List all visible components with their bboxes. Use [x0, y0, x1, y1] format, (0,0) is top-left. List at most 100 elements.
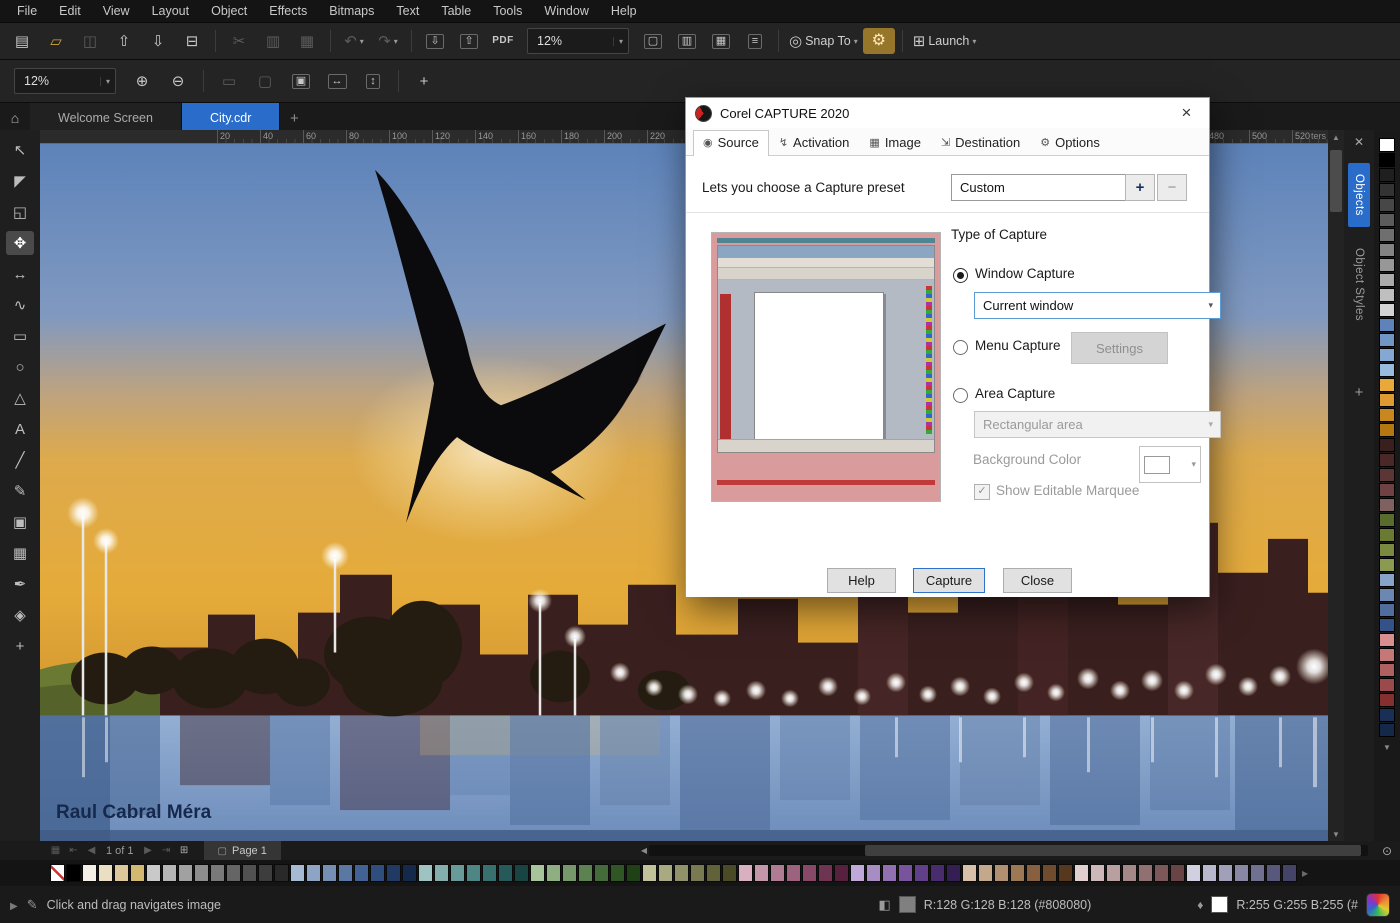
color-swatch[interactable] [1379, 363, 1395, 377]
color-swatch[interactable] [1186, 864, 1201, 882]
color-swatch[interactable] [1379, 348, 1395, 362]
color-swatch[interactable] [1010, 864, 1025, 882]
zoom-levels-combo[interactable]: 12%▾ [14, 68, 116, 94]
color-swatch[interactable] [1250, 864, 1265, 882]
color-swatch[interactable] [1379, 588, 1395, 602]
window-capture-radio[interactable] [953, 268, 968, 283]
color-swatch[interactable] [210, 864, 225, 882]
menu-effects[interactable]: Effects [258, 1, 318, 21]
line-tool[interactable]: ╱ [6, 448, 34, 472]
color-swatch[interactable] [498, 864, 513, 882]
color-swatch[interactable] [546, 864, 561, 882]
color-swatch[interactable] [1106, 864, 1121, 882]
add-toolbar-icon[interactable]: + [408, 68, 440, 94]
menu-layout[interactable]: Layout [141, 1, 201, 21]
paste-icon[interactable]: ▦ [291, 28, 323, 54]
menu-text[interactable]: Text [385, 1, 430, 21]
color-swatch[interactable] [1379, 273, 1395, 287]
page-tab[interactable]: Page 1 [204, 841, 281, 860]
preset-combo[interactable]: Custom [951, 174, 1151, 201]
color-swatch[interactable] [626, 864, 641, 882]
color-swatch[interactable] [466, 864, 481, 882]
fullscreen-preview-icon[interactable]: ▢ [637, 28, 669, 54]
menu-window[interactable]: Window [533, 1, 599, 21]
color-swatch[interactable] [1379, 288, 1395, 302]
pan-tool[interactable]: ✥ [6, 231, 34, 255]
open-icon[interactable]: ▱ [40, 28, 72, 54]
color-swatch[interactable] [1379, 243, 1395, 257]
copy-icon[interactable]: ▥ [257, 28, 289, 54]
upload-icon[interactable]: ⇧ [108, 28, 140, 54]
scroll-left-arrow-icon[interactable] [641, 846, 647, 855]
color-swatch[interactable] [66, 864, 81, 882]
color-swatch[interactable] [1379, 498, 1395, 512]
color-swatch[interactable] [1379, 168, 1395, 182]
horizontal-scroll-track[interactable] [649, 845, 1368, 856]
zoom-all-objects-icon[interactable]: ▢ [249, 68, 281, 94]
ellipse-tool[interactable]: ○ [6, 355, 34, 379]
dimension-tool[interactable]: ↔ [6, 262, 34, 286]
color-swatch[interactable] [226, 864, 241, 882]
color-swatch[interactable] [1379, 648, 1395, 662]
zoom-tool-icon[interactable] [1382, 844, 1392, 858]
color-swatch[interactable] [754, 864, 769, 882]
dialog-tab-activation[interactable]: ↯Activation [769, 130, 860, 155]
color-swatch[interactable] [1379, 573, 1395, 587]
pen-tool[interactable]: ✎ [6, 479, 34, 503]
color-swatch[interactable] [1379, 138, 1395, 152]
dialog-tab-source[interactable]: ◉Source [693, 130, 769, 156]
background-color-picker[interactable] [1139, 446, 1201, 483]
color-swatch[interactable] [338, 864, 353, 882]
pick-tool[interactable]: ↖ [6, 138, 34, 162]
vertical-scrollbar[interactable] [1328, 130, 1344, 841]
color-swatch[interactable] [642, 864, 657, 882]
color-swatch[interactable] [370, 864, 385, 882]
show-rulers-icon[interactable]: ▥ [671, 28, 703, 54]
horizontal-scrollbar[interactable] [641, 844, 1368, 857]
color-swatch[interactable] [946, 864, 961, 882]
color-swatch[interactable] [1379, 723, 1395, 737]
area-capture-combo[interactable]: Rectangular area [974, 411, 1221, 438]
color-swatch[interactable] [898, 864, 913, 882]
color-swatch[interactable] [802, 864, 817, 882]
previous-page-button[interactable]: ◀ [84, 845, 99, 856]
color-swatch[interactable] [722, 864, 737, 882]
cut-icon[interactable]: ✂ [223, 28, 255, 54]
color-swatch[interactable] [610, 864, 625, 882]
home-icon[interactable] [0, 103, 30, 133]
close-docker-icon[interactable] [1354, 135, 1364, 153]
color-swatch[interactable] [1379, 663, 1395, 677]
outline-color-swatch[interactable] [1211, 896, 1228, 913]
color-swatch[interactable] [354, 864, 369, 882]
color-swatch[interactable] [1202, 864, 1217, 882]
palette-scroll-down-icon[interactable] [1383, 743, 1391, 752]
color-swatch[interactable] [1379, 153, 1395, 167]
color-swatch[interactable] [1379, 408, 1395, 422]
add-page-button[interactable]: ⊞ [177, 845, 192, 856]
color-swatch[interactable] [562, 864, 577, 882]
color-swatch[interactable] [1379, 558, 1395, 572]
color-swatch[interactable] [146, 864, 161, 882]
color-swatch[interactable] [402, 864, 417, 882]
color-swatch[interactable] [1379, 633, 1395, 647]
color-swatch[interactable] [850, 864, 865, 882]
color-swatch[interactable] [434, 864, 449, 882]
zoom-in-icon[interactable]: ⊕ [126, 68, 158, 94]
fill-color-swatch[interactable] [899, 896, 916, 913]
color-swatch[interactable] [1379, 453, 1395, 467]
color-swatch[interactable] [1138, 864, 1153, 882]
horizontal-scroll-thumb[interactable] [865, 845, 1361, 856]
vertical-scroll-track[interactable] [1328, 144, 1344, 827]
menu-file[interactable]: File [6, 1, 48, 21]
zoom-to-height-icon[interactable]: ↕ [357, 68, 389, 94]
color-swatch[interactable] [1379, 693, 1395, 707]
color-swatch[interactable] [882, 864, 897, 882]
color-swatch[interactable] [594, 864, 609, 882]
menu-help[interactable]: Help [600, 1, 648, 21]
color-swatch[interactable] [98, 864, 113, 882]
color-swatch[interactable] [690, 864, 705, 882]
color-swatch[interactable] [1379, 543, 1395, 557]
menu-table[interactable]: Table [430, 1, 482, 21]
show-editable-marquee-checkbox[interactable] [974, 484, 990, 500]
color-swatch[interactable] [738, 864, 753, 882]
